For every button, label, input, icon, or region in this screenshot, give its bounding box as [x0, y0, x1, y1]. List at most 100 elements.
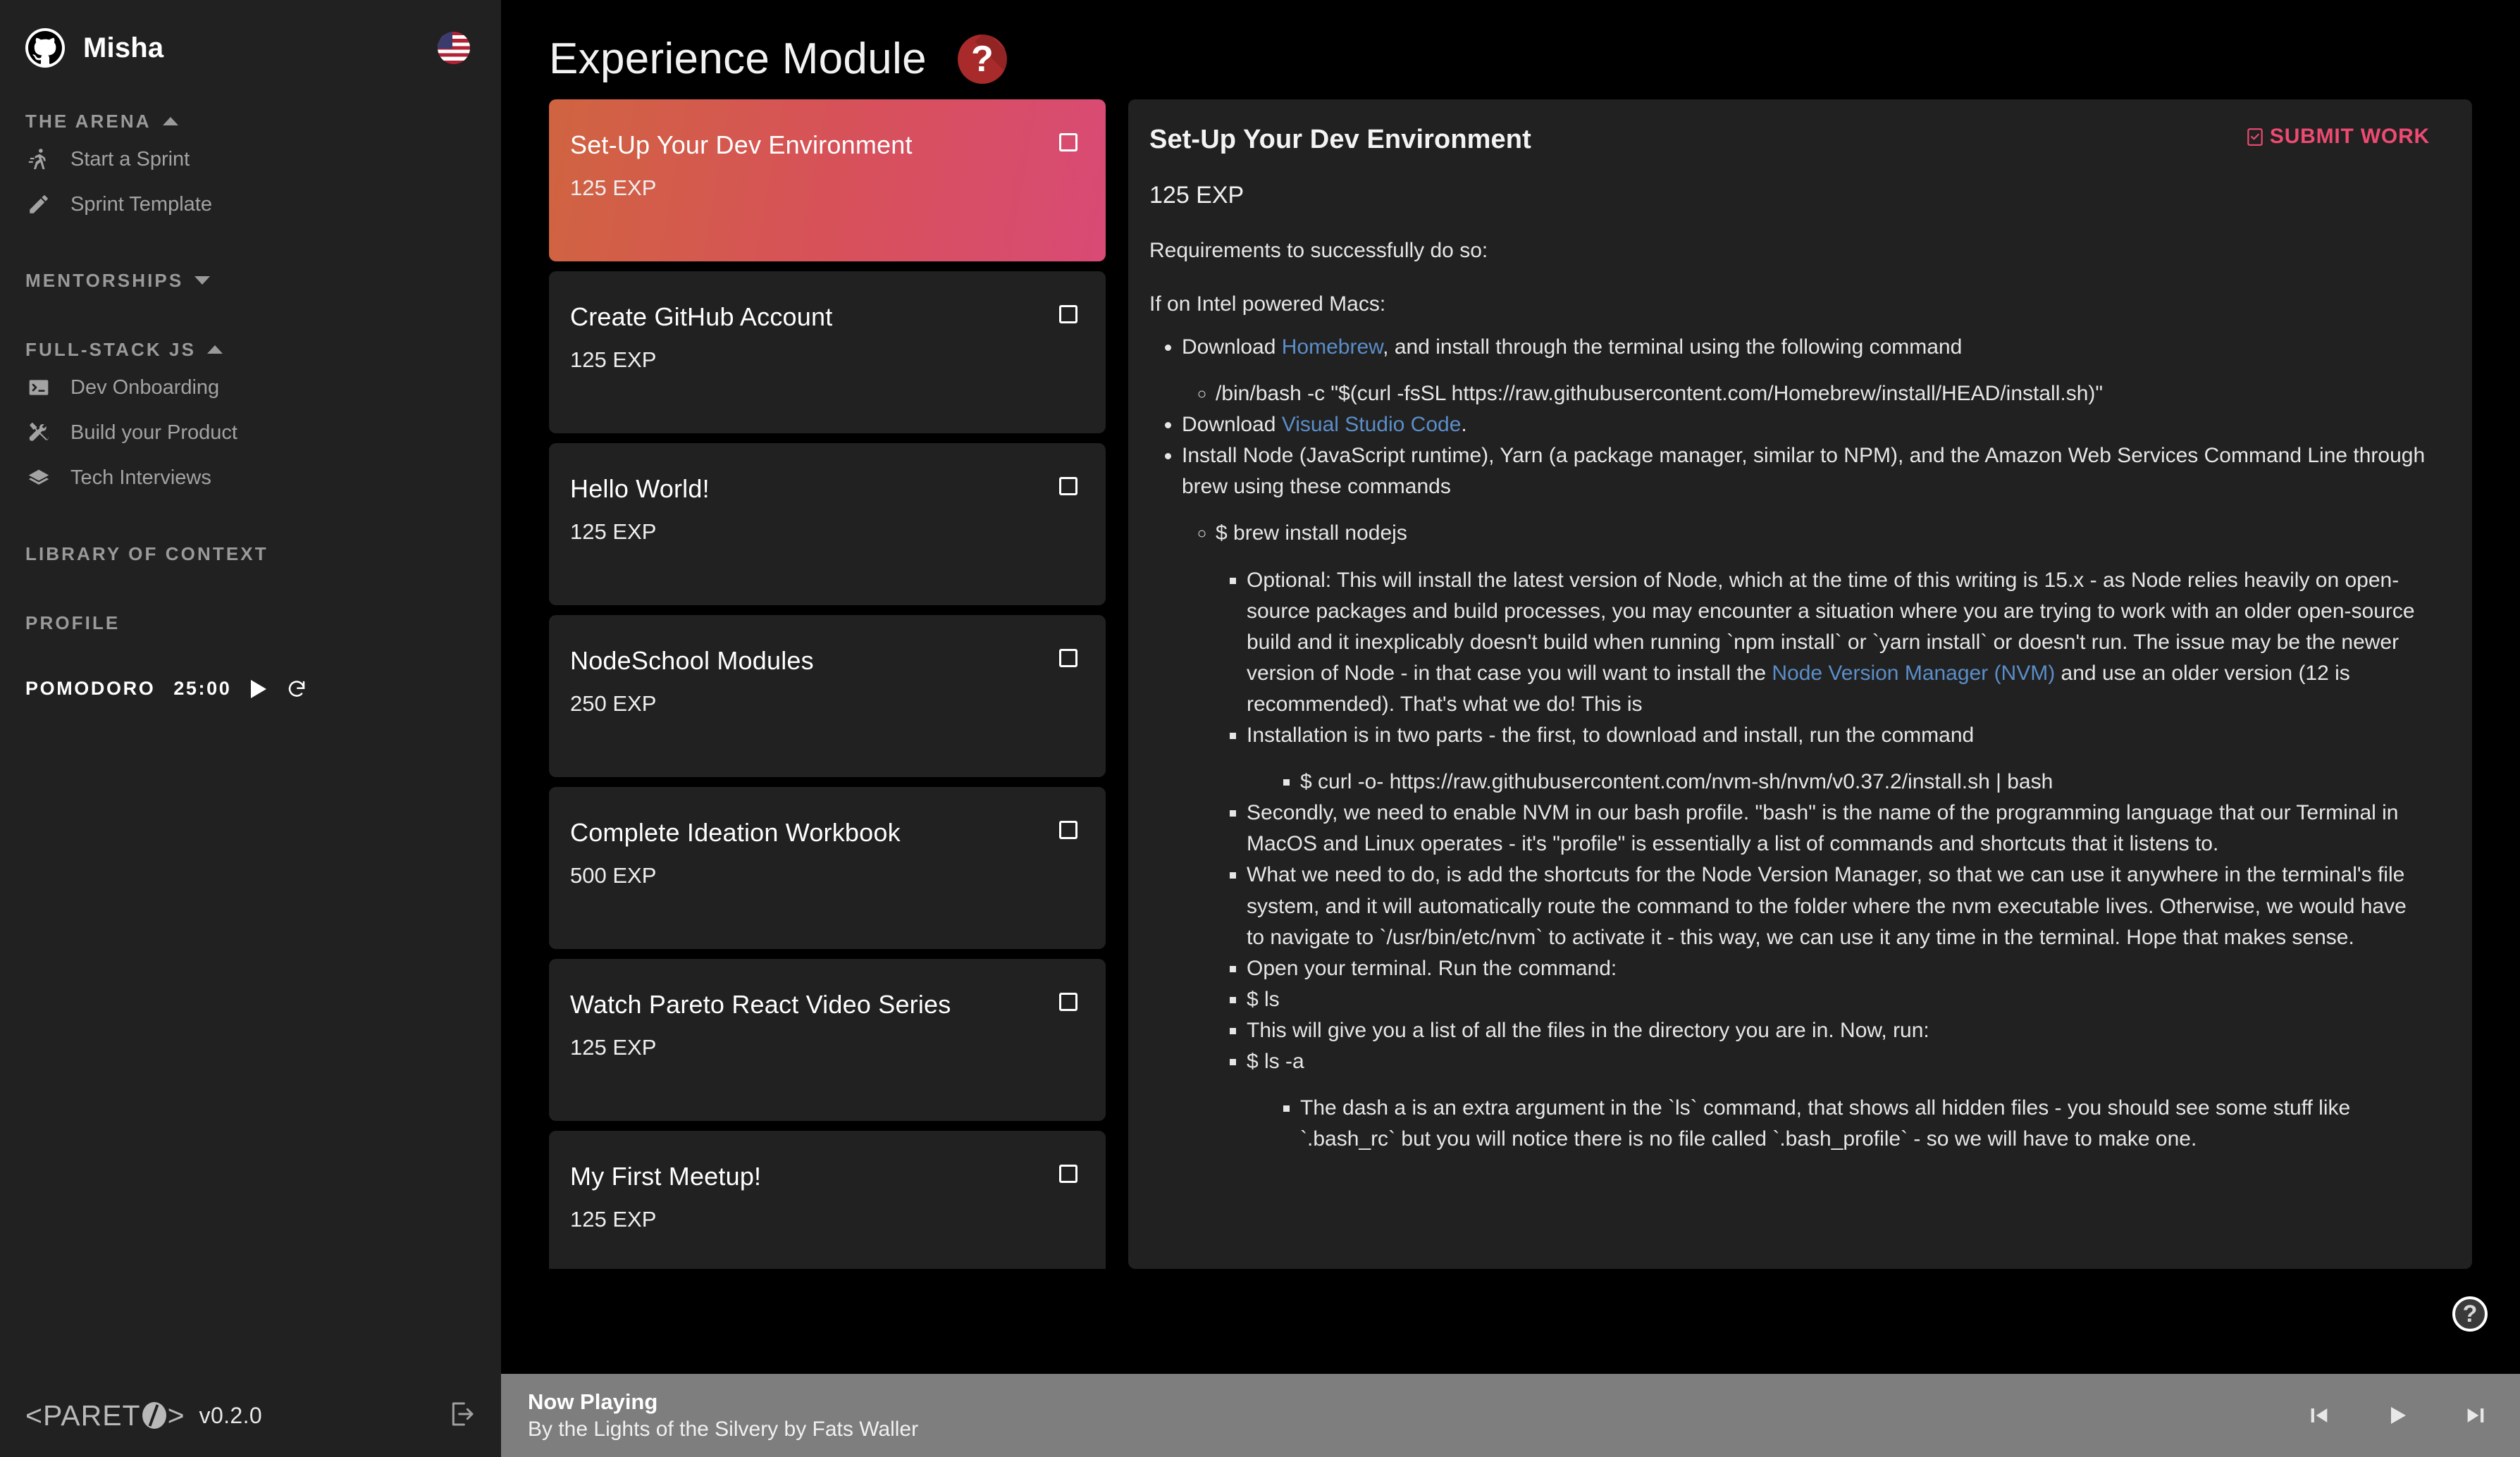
- task-card-checkbox[interactable]: [1059, 477, 1077, 495]
- question-mark-icon[interactable]: ?: [957, 34, 1007, 84]
- us-flag-icon[interactable]: [438, 32, 470, 64]
- note-dash-a-explanation: The dash a is an extra argument in the `…: [1300, 1093, 2430, 1155]
- pareto-logo-mark: [142, 1402, 166, 1429]
- skip-previous-icon[interactable]: [2307, 1403, 2331, 1427]
- task-card-exp: 125 EXP: [570, 519, 657, 544]
- task-detail-header: Set-Up Your Dev Environment SUBMIT WORK: [1149, 125, 2430, 155]
- note-optional-node-version: Optional: This will install the latest v…: [1247, 565, 2430, 720]
- sidebar-group-header-profile[interactable]: PROFILE: [0, 607, 501, 638]
- sidebar-footer: <PARET > v0.2.0: [0, 1374, 501, 1457]
- caret-up-icon: [207, 345, 223, 354]
- now-playing-track: By the Lights of the Silvery by Fats Wal…: [528, 1418, 919, 1441]
- pareto-logo: <PARET >: [25, 1399, 185, 1432]
- sidebar-group-profile: PROFILE: [0, 607, 501, 638]
- running-person-icon: [25, 146, 52, 173]
- sidebar-item-dev-onboarding[interactable]: Dev Onboarding: [0, 365, 501, 410]
- logout-icon[interactable]: [447, 1400, 476, 1432]
- note-list-files: This will give you a list of all the fil…: [1247, 1015, 2430, 1046]
- command-ls: $ ls: [1247, 984, 2430, 1015]
- question-circle-icon[interactable]: ?: [2452, 1296, 2488, 1332]
- note-open-terminal: Open your terminal. Run the command:: [1247, 953, 2430, 984]
- pomodoro-label: POMODORO: [25, 678, 156, 699]
- player-controls: [2307, 1403, 2488, 1428]
- sidebar-item-label: Build your Product: [70, 421, 237, 444]
- terminal-icon: [25, 374, 52, 401]
- task-card-exp: 125 EXP: [570, 175, 657, 200]
- task-card-title: NodeSchool Modules: [570, 646, 814, 675]
- homebrew-link[interactable]: Homebrew: [1282, 335, 1383, 359]
- play-icon[interactable]: [249, 678, 268, 700]
- now-playing-info: Now Playing By the Lights of the Silvery…: [528, 1389, 918, 1442]
- visual-studio-code-link[interactable]: Visual Studio Code: [1282, 413, 1462, 436]
- help-badge-glyph: ?: [970, 38, 994, 80]
- task-card-title: Create GitHub Account: [570, 302, 833, 331]
- task-card-set-up-your-dev-environment[interactable]: Set-Up Your Dev Environment 125 EXP: [549, 99, 1106, 261]
- task-card-nodeschool-modules[interactable]: NodeSchool Modules 250 EXP: [549, 615, 1106, 777]
- submit-work-label: SUBMIT WORK: [2269, 125, 2430, 148]
- task-card-checkbox[interactable]: [1059, 133, 1077, 151]
- now-playing-label: Now Playing: [528, 1389, 658, 1414]
- task-card-list[interactable]: Set-Up Your Dev Environment 125 EXP Crea…: [549, 99, 1106, 1269]
- sidebar-item-sprint-template[interactable]: Sprint Template: [0, 182, 501, 227]
- sidebar-item-label: Dev Onboarding: [70, 376, 220, 399]
- sidebar-group-header-full-stack-js[interactable]: FULL-STACK JS: [0, 334, 501, 365]
- task-card-hello-world[interactable]: Hello World! 125 EXP: [549, 443, 1106, 605]
- float-help-glyph: ?: [2462, 1301, 2478, 1327]
- step-text-post: , and install through the terminal using…: [1383, 335, 1963, 359]
- task-card-checkbox[interactable]: [1059, 1165, 1077, 1183]
- caret-down-icon: [194, 276, 211, 285]
- sidebar-group-header-mentorships[interactable]: MENTORSHIPS: [0, 265, 501, 296]
- command-text: $ ls -a: [1247, 1049, 1304, 1073]
- task-card-checkbox[interactable]: [1059, 649, 1077, 667]
- submit-work-button[interactable]: SUBMIT WORK: [2246, 125, 2430, 149]
- task-card-title: Hello World!: [570, 474, 710, 503]
- task-card-title: My First Meetup!: [570, 1162, 762, 1191]
- sidebar-group-header-library-of-context[interactable]: LIBRARY OF CONTEXT: [0, 538, 501, 569]
- layers-icon: [25, 464, 52, 491]
- pomodoro-time: 25:00: [173, 678, 232, 699]
- nvm-link[interactable]: Node Version Manager (NVM): [1772, 662, 2055, 685]
- sidebar-group-label: PROFILE: [25, 612, 121, 633]
- tools-icon: [25, 419, 52, 446]
- content-row: Set-Up Your Dev Environment 125 EXP Crea…: [501, 84, 2520, 1269]
- task-detail-title: Set-Up Your Dev Environment: [1149, 125, 1531, 154]
- refresh-icon[interactable]: [286, 678, 307, 700]
- task-detail-exp: 125 EXP: [1149, 182, 1244, 209]
- command-nvm-install: $ curl -o- https://raw.githubusercontent…: [1300, 767, 2430, 798]
- app-root: Misha THE ARENA Start a Sprint Sprint Te…: [0, 0, 2520, 1457]
- pomodoro-timer: POMODORO 25:00: [0, 678, 501, 700]
- play-icon[interactable]: [2385, 1403, 2410, 1428]
- task-card-watch-pareto-react-video-series[interactable]: Watch Pareto React Video Series 125 EXP: [549, 959, 1106, 1121]
- task-detail-requirements-intro: Requirements to successfully do so:: [1149, 239, 1488, 262]
- command-brew-install-nodejs: $ brew install nodejs Optional: This wil…: [1216, 518, 2430, 1155]
- note-enable-nvm-bash-profile: Secondly, we need to enable NVM in our b…: [1247, 798, 2430, 860]
- task-card-checkbox[interactable]: [1059, 821, 1077, 839]
- task-card-title: Watch Pareto React Video Series: [570, 990, 951, 1019]
- sidebar-group-label: MENTORSHIPS: [25, 269, 184, 291]
- pareto-logo-left: <PARET: [25, 1399, 141, 1432]
- sidebar-item-build-your-product[interactable]: Build your Product: [0, 410, 501, 455]
- sidebar-group-label: THE ARENA: [25, 110, 152, 132]
- step-install-node: Install Node (JavaScript runtime), Yarn …: [1182, 440, 2430, 1155]
- task-card-checkbox[interactable]: [1059, 305, 1077, 323]
- task-card-exp: 125 EXP: [570, 347, 657, 372]
- sidebar-group-label: LIBRARY OF CONTEXT: [25, 542, 268, 564]
- task-card-checkbox[interactable]: [1059, 993, 1077, 1011]
- task-card-exp: 125 EXP: [570, 1035, 657, 1060]
- sidebar-group-the-arena: THE ARENA Start a Sprint Sprint Template: [0, 106, 501, 227]
- clipboard-check-icon: [2246, 127, 2264, 147]
- pencil-icon: [25, 191, 52, 218]
- skip-next-icon[interactable]: [2464, 1403, 2488, 1427]
- sidebar-item-start-a-sprint[interactable]: Start a Sprint: [0, 137, 501, 182]
- sidebar-group-header-the-arena[interactable]: THE ARENA: [0, 106, 501, 137]
- sidebar-group-label: FULL-STACK JS: [25, 338, 197, 360]
- task-detail-section-intro: If on Intel powered Macs:: [1149, 292, 1386, 316]
- step-sublist: /bin/bash -c "$(curl -fsSL https://raw.g…: [1182, 378, 2430, 409]
- task-detail-panel: Set-Up Your Dev Environment SUBMIT WORK …: [1128, 99, 2472, 1269]
- task-card-my-first-meetup[interactable]: My First Meetup! 125 EXP: [549, 1131, 1106, 1269]
- media-player-bar: Now Playing By the Lights of the Silvery…: [501, 1374, 2520, 1457]
- page-header: Experience Module ?: [501, 0, 2520, 84]
- task-card-create-github-account[interactable]: Create GitHub Account 125 EXP: [549, 271, 1106, 433]
- task-card-complete-ideation-workbook[interactable]: Complete Ideation Workbook 500 EXP: [549, 787, 1106, 949]
- sidebar-item-tech-interviews[interactable]: Tech Interviews: [0, 455, 501, 500]
